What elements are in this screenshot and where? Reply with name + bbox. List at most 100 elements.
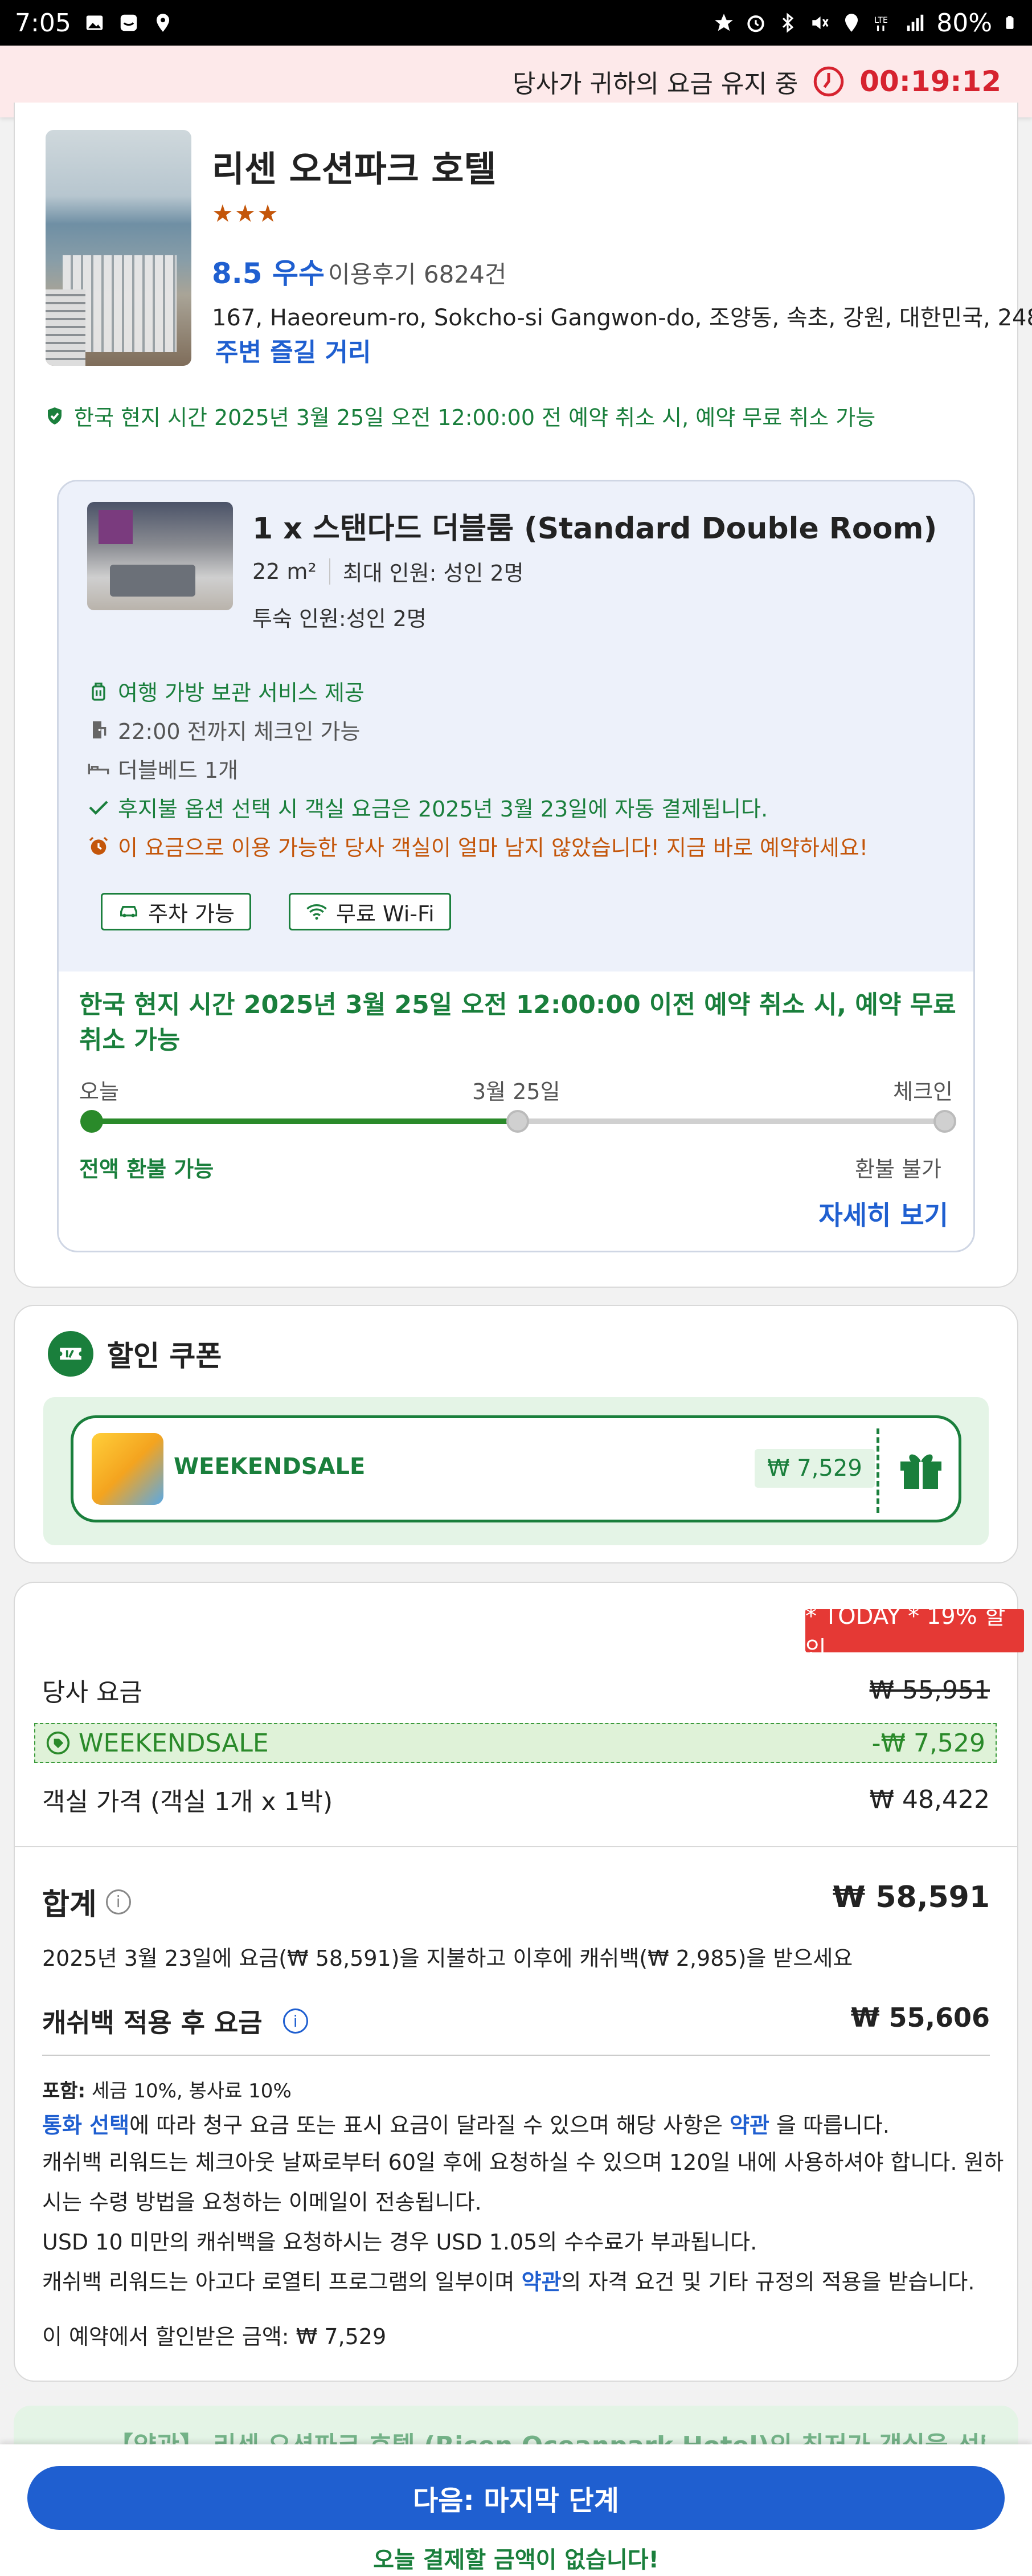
gps-icon	[845, 14, 858, 32]
timeline-end-label: 체크인	[893, 1079, 953, 1104]
gift-icon[interactable]	[894, 1441, 948, 1496]
currency-text-1: 에 따라 청구 요금 또는 표시 요금이 달라질 수 있으며 해당 사항은	[129, 2113, 730, 2138]
tag-icon	[46, 1731, 70, 1755]
includes-text: 세금 10%, 봉사료 10%	[85, 2080, 292, 2103]
cashback-fee-note: USD 10 미만의 캐쉬백을 요청하시는 경우 USD 1.05의 수수료가 …	[42, 2230, 757, 2255]
cashback-divider	[42, 2055, 990, 2056]
hotel-name: 리센 오션파크 호텔	[212, 148, 497, 190]
review-count-value: 6824건	[423, 260, 507, 288]
room-price-label: 객실 가격 (객실 1개 x 1박)	[42, 1787, 333, 1816]
section-divider	[14, 1846, 1018, 1847]
room-stay-guests: 투숙 인원:성인 2명	[252, 606, 427, 631]
coupon-code: WEEKENDSALE	[174, 1454, 366, 1480]
cashback-info-icon[interactable]: i	[282, 2008, 308, 2034]
parking-label: 주차 가능	[148, 901, 235, 926]
room-specs: 22 m² 최대 인원: 성인 2명	[252, 556, 524, 587]
coupon-mascot-image	[92, 1433, 163, 1505]
spec-divider	[329, 558, 330, 585]
parking-chip: 주차 가능	[101, 893, 251, 930]
hotel-star-rating: ★★★	[212, 199, 280, 227]
luggage-icon	[92, 682, 105, 701]
currency-select-link[interactable]: 통화 선택	[42, 2113, 129, 2138]
free-cancellation-text: 한국 현지 시간 2025년 3월 25일 오전 12:00:00 전 예약 취…	[74, 405, 876, 430]
bluetooth-icon	[783, 13, 794, 33]
feature-auto-payment: 후지불 옵션 선택 시 객실 요금은 2025년 3월 23일에 자동 결제됩니…	[87, 791, 768, 823]
feature-text: 이 요금으로 이용 가능한 당사 객실이 얼마 남지 않았습니다! 지금 바로 …	[118, 835, 869, 860]
coupon-ticket-icon	[48, 1331, 93, 1377]
payment-note: 2025년 3월 23일에 요금(₩ 58,591)을 지불하고 이후에 캐쉬백…	[42, 1946, 853, 1971]
cashback-label-group: 캐쉬백 적용 후 요금 i	[42, 2002, 308, 2040]
ticket-perforation	[877, 1428, 879, 1513]
hotel-address: 167, Haeoreum-ro, Sokcho-si Gangwon-do, …	[212, 305, 1032, 331]
hotel-photo	[46, 130, 191, 366]
price-hold-message: 당사가 귀하의 요금 유지 중	[513, 70, 798, 99]
full-refund-label: 전액 환불 가능	[79, 1157, 214, 1182]
cancellation-timeline-fill	[91, 1118, 518, 1124]
gallery-icon	[86, 15, 103, 30]
timeline-start-label: 오늘	[79, 1079, 119, 1104]
smile-app-icon	[120, 14, 137, 31]
battery-icon	[1006, 16, 1014, 29]
feature-checkin: 22:00 전까지 체크인 가능	[87, 714, 360, 745]
loyalty-terms-link[interactable]: 약관	[522, 2269, 562, 2295]
coupon-discount-value: -₩ 7,529	[871, 1728, 985, 1758]
today-discount-badge: * TODAY * 19% 할인	[805, 1603, 1024, 1663]
total-label-group: 합계 i	[42, 1880, 131, 1923]
feature-text: 22:00 전까지 체크인 가능	[118, 719, 361, 744]
battery-percent: 80%	[936, 8, 992, 38]
door-icon	[93, 721, 107, 738]
coupon-ticket[interactable]: WEEKENDSALE ₩ 7,529	[71, 1415, 961, 1522]
room-cancellation-policy: 한국 현지 시간 2025년 3월 25일 오전 12:00:00 이전 예약 …	[79, 990, 956, 1055]
bed-icon	[88, 764, 109, 774]
coupon-discount-row: WEEKENDSALE -₩ 7,529	[34, 1723, 997, 1763]
wifi-label: 무료 Wi-Fi	[336, 901, 435, 926]
coupon-discount-label: WEEKENDSALE	[79, 1728, 269, 1758]
cashback-label: 캐쉬백 적용 후 요금	[42, 2007, 263, 2038]
clock-time: 7:05	[15, 8, 71, 38]
terms-link[interactable]: 약관	[730, 2113, 769, 2138]
signal-icon	[907, 14, 924, 31]
timeline-today-dot	[80, 1110, 103, 1133]
wifi-chip: 무료 Wi-Fi	[289, 893, 451, 930]
loyalty-note: 캐쉬백 리워드는 아고다 로열티 프로그램의 일부이며 약관의 자격 요건 및 …	[42, 2262, 999, 2302]
feature-text: 후지불 옵션 선택 시 객실 요금은 2025년 3월 23일에 자동 결제됩니…	[118, 797, 768, 822]
next-step-button[interactable]: 다음: 마지막 단계	[27, 2466, 1005, 2530]
countdown-timer: 00:19:12	[859, 65, 1001, 98]
feature-bed: 더블베드 1개	[87, 753, 238, 784]
coupon-amount: ₩ 7,529	[755, 1449, 875, 1488]
shield-check-icon	[48, 407, 62, 424]
room-title: 1 x 스탠다드 더블룸 (Standard Double Room)	[252, 512, 937, 546]
loyalty-text-2: 의 자격 요건 및 기타 규정의 적용을 받습니다.	[561, 2269, 975, 2295]
feature-text: 더블베드 1개	[118, 758, 239, 783]
wifi-icon	[306, 904, 327, 920]
lte-icon: LTE	[874, 16, 888, 31]
feature-luggage: 여행 가방 보관 서비스 제공	[87, 675, 365, 707]
timeline-mid-label: 3월 25일	[472, 1079, 560, 1104]
svg-text:LTE: LTE	[874, 16, 888, 25]
see-details-link[interactable]: 자세히 보기	[818, 1195, 948, 1232]
location-icon	[156, 14, 169, 32]
room-size: 22 m²	[252, 558, 317, 584]
our-rate-value: ₩ 55,951	[869, 1675, 990, 1705]
status-bar: 7:05 LTE 80%	[0, 0, 1032, 46]
coupon-header: 할인 쿠폰	[48, 1331, 222, 1377]
room-photo[interactable]	[87, 502, 233, 610]
check-icon	[89, 801, 108, 815]
currency-text-2: 을 따릅니다.	[769, 2113, 890, 2138]
star-icon	[715, 14, 734, 31]
mute-icon	[812, 16, 829, 30]
our-rate-row: 당사 요금 ₩ 55,951	[42, 1672, 990, 1708]
nearby-attractions-link[interactable]: 주변 즐길 거리	[215, 332, 371, 368]
timer-clock-icon	[814, 66, 844, 97]
review-count-label: 이용후기	[328, 260, 416, 288]
room-price-value: ₩ 48,422	[869, 1785, 990, 1814]
cashback-value: ₩ 55,606	[850, 2002, 990, 2033]
alarm-status-icon	[747, 15, 764, 32]
includes-note: 포함: 세금 10%, 봉사료 10%	[42, 2074, 999, 2108]
cashback-fine-2: 시는 수령 방법을 요청하는 이메일이 전송됩니다.	[42, 2190, 482, 2215]
review-score: 8.5 우수	[212, 257, 325, 290]
info-icon[interactable]: i	[105, 1889, 131, 1914]
free-cancellation-note: 한국 현지 시간 2025년 3월 25일 오전 12:00:00 전 예약 취…	[44, 400, 875, 431]
total-value: ₩ 58,591	[832, 1880, 990, 1914]
currency-note: 통화 선택에 따라 청구 요금 또는 표시 요금이 달라질 수 있으며 해당 사…	[42, 2108, 999, 2142]
